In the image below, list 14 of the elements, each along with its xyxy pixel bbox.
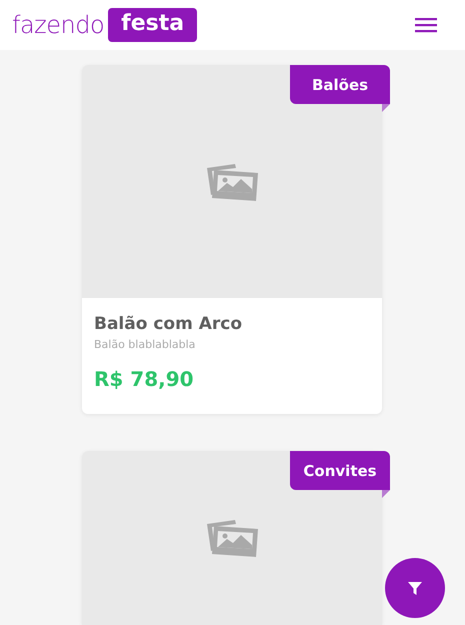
ribbon-fold xyxy=(382,104,390,112)
photo-icon xyxy=(205,162,259,202)
photo-icon xyxy=(205,518,259,558)
menu-icon xyxy=(415,17,437,33)
product-name: Balão com Arco xyxy=(94,314,244,334)
logo-text: fazendo xyxy=(12,11,104,39)
product-price: R$ 78,90 xyxy=(94,367,195,391)
category-tag: Balões xyxy=(290,65,390,104)
filter-icon xyxy=(408,582,422,594)
logo-badge: festa xyxy=(108,8,198,42)
category-tag: Convites xyxy=(290,451,390,490)
product-card[interactable] xyxy=(82,451,382,625)
ribbon-fold xyxy=(382,490,390,498)
product-description: Balão blablablabla xyxy=(94,338,196,351)
